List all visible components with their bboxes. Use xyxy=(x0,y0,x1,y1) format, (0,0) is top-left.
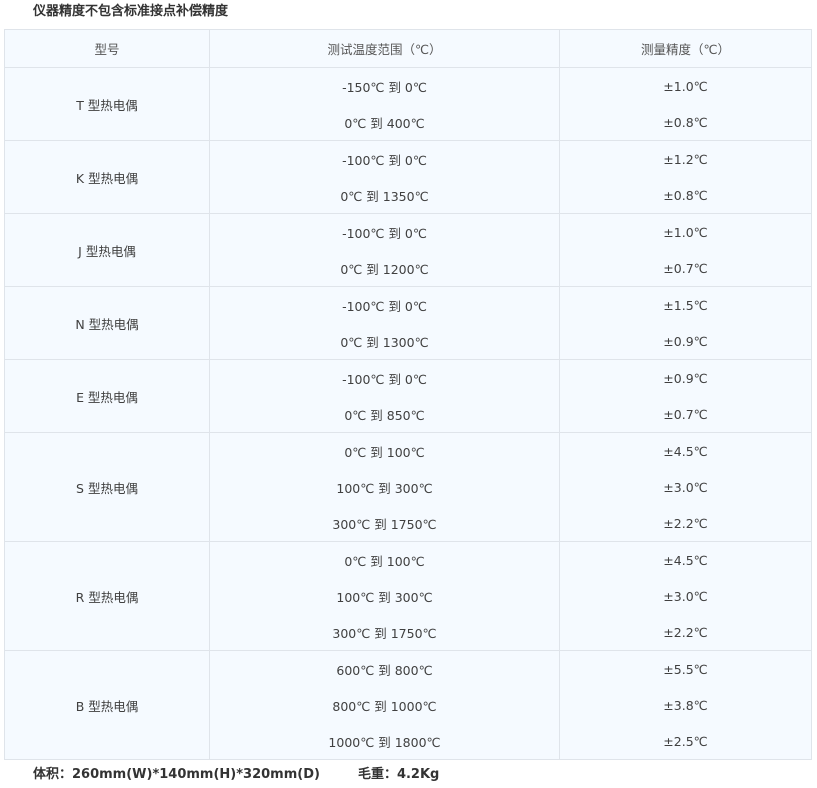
accuracy-cell: ±0.7℃ xyxy=(559,250,812,287)
thermocouple-type-cell: J 型热电偶 xyxy=(4,213,210,287)
temperature-range-cell: 0℃ 到 1300℃ xyxy=(209,323,560,360)
table-body: T 型热电偶 -150℃ 到 0℃ ±1.0℃ 0℃ 到 400℃ ±0.8℃ K 型热电… xyxy=(4,67,812,760)
accuracy-cell: ±0.9℃ xyxy=(559,323,812,360)
table-row: B 型热电偶 600℃ 到 800℃ ±5.5℃ xyxy=(4,650,812,760)
temperature-range-cell: -100℃ 到 0℃ xyxy=(209,140,560,177)
temperature-range-cell: -100℃ 到 0℃ xyxy=(209,213,560,250)
temperature-range-cell: 0℃ 到 400℃ xyxy=(209,104,560,141)
table-header-row: 型号 测试温度范围（℃） 测量精度（℃） xyxy=(4,29,812,68)
temperature-range-cell: 0℃ 到 100℃ xyxy=(209,432,560,469)
temperature-range-cell: 600℃ 到 800℃ xyxy=(209,650,560,687)
header-type: 型号 xyxy=(4,29,210,68)
accuracy-cell: ±5.5℃ xyxy=(559,650,812,687)
footer-specs: 体积：260mm(W)*140mm(H)*320mm(D) 毛重：4.2Kg xyxy=(33,765,439,785)
accuracy-cell: ±3.0℃ xyxy=(559,578,812,614)
accuracy-cell: ±0.8℃ xyxy=(559,177,812,214)
temperature-range-cell: 800℃ 到 1000℃ xyxy=(209,687,560,723)
temperature-range-cell: 100℃ 到 300℃ xyxy=(209,578,560,614)
thermocouple-type-cell: K 型热电偶 xyxy=(4,140,210,214)
temperature-range-cell: 0℃ 到 1200℃ xyxy=(209,250,560,287)
accuracy-cell: ±2.2℃ xyxy=(559,505,812,542)
temperature-range-cell: 300℃ 到 1750℃ xyxy=(209,505,560,542)
table-row: E 型热电偶 -100℃ 到 0℃ ±0.9℃ xyxy=(4,359,812,433)
volume-spec: 体积：260mm(W)*140mm(H)*320mm(D) xyxy=(33,767,320,782)
thermocouple-type-cell: R 型热电偶 xyxy=(4,541,210,651)
page-title: 仪器精度不包含标准接点补偿精度 xyxy=(33,4,229,19)
accuracy-cell: ±4.5℃ xyxy=(559,432,812,469)
thermocouple-type-cell: B 型热电偶 xyxy=(4,650,210,760)
header-temperature-range: 测试温度范围（℃） xyxy=(209,29,560,68)
table-row: J 型热电偶 -100℃ 到 0℃ ±1.0℃ xyxy=(4,213,812,287)
table-row: R 型热电偶 0℃ 到 100℃ ±4.5℃ xyxy=(4,541,812,651)
temperature-range-cell: 300℃ 到 1750℃ xyxy=(209,614,560,651)
accuracy-cell: ±2.2℃ xyxy=(559,614,812,651)
thermocouple-accuracy-table: 型号 测试温度范围（℃） 测量精度（℃） T 型热电偶 -150℃ 到 0℃ ±1.… xyxy=(4,29,812,760)
accuracy-cell: ±0.8℃ xyxy=(559,104,812,141)
accuracy-cell: ±0.9℃ xyxy=(559,359,812,396)
thermocouple-type-cell: N 型热电偶 xyxy=(4,286,210,360)
weight-spec: 毛重：4.2Kg xyxy=(357,767,440,782)
temperature-range-cell: -100℃ 到 0℃ xyxy=(209,359,560,396)
table-row: T 型热电偶 -150℃ 到 0℃ ±1.0℃ xyxy=(4,67,812,141)
accuracy-cell: ±2.5℃ xyxy=(559,723,812,760)
table-row: S 型热电偶 0℃ 到 100℃ ±4.5℃ xyxy=(4,432,812,542)
accuracy-cell: ±1.2℃ xyxy=(559,140,812,177)
thermocouple-type-cell: S 型热电偶 xyxy=(4,432,210,542)
temperature-range-cell: -100℃ 到 0℃ xyxy=(209,286,560,323)
temperature-range-cell: -150℃ 到 0℃ xyxy=(209,67,560,104)
accuracy-cell: ±0.7℃ xyxy=(559,396,812,433)
accuracy-cell: ±1.0℃ xyxy=(559,213,812,250)
table-row: N 型热电偶 -100℃ 到 0℃ ±1.5℃ xyxy=(4,286,812,360)
temperature-range-cell: 100℃ 到 300℃ xyxy=(209,469,560,505)
header-accuracy: 测量精度（℃） xyxy=(559,29,812,68)
accuracy-cell: ±3.8℃ xyxy=(559,687,812,723)
accuracy-cell: ±1.0℃ xyxy=(559,67,812,104)
temperature-range-cell: 0℃ 到 1350℃ xyxy=(209,177,560,214)
temperature-range-cell: 0℃ 到 850℃ xyxy=(209,396,560,433)
accuracy-cell: ±3.0℃ xyxy=(559,469,812,505)
accuracy-cell: ±4.5℃ xyxy=(559,541,812,578)
temperature-range-cell: 1000℃ 到 1800℃ xyxy=(209,723,560,760)
thermocouple-type-cell: E 型热电偶 xyxy=(4,359,210,433)
thermocouple-type-cell: T 型热电偶 xyxy=(4,67,210,141)
accuracy-cell: ±1.5℃ xyxy=(559,286,812,323)
table-row: K 型热电偶 -100℃ 到 0℃ ±1.2℃ xyxy=(4,140,812,214)
temperature-range-cell: 0℃ 到 100℃ xyxy=(209,541,560,578)
